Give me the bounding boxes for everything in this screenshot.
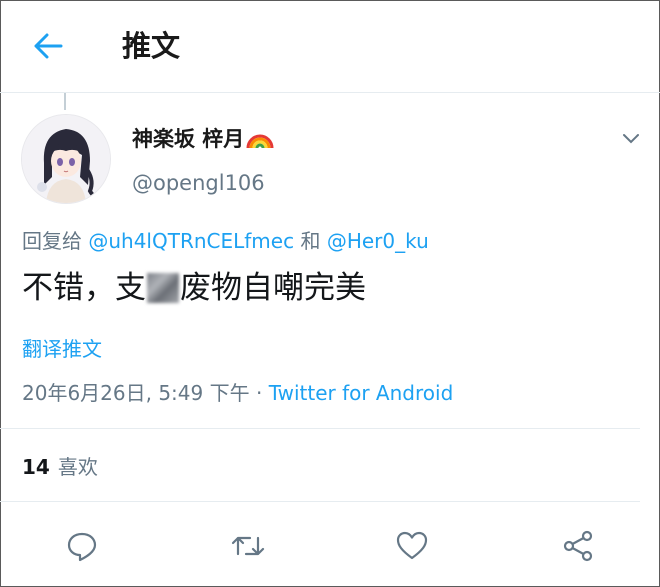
- tweet-text-part-1: 不错，支: [22, 270, 146, 306]
- rainbow-icon: [246, 128, 274, 158]
- divider: [0, 428, 640, 429]
- like-button[interactable]: [394, 528, 430, 564]
- censored-character: [147, 273, 179, 303]
- avatar[interactable]: [21, 114, 111, 204]
- display-name-text: 神楽坂 梓月: [132, 127, 245, 151]
- meta-separator: ·: [255, 381, 263, 405]
- tweet-text-part-2: 废物自嘲完美: [180, 270, 366, 306]
- tweet-meta: 20年6月26日, 5:49 下午 · Twitter for Android: [22, 378, 453, 408]
- reply-prefix: 回复给: [22, 229, 82, 253]
- retweet-button[interactable]: [230, 528, 266, 564]
- reply-to-line: 回复给 @uh4lQTRnCELfmec 和 @Her0_ku: [22, 226, 429, 256]
- reply-joiner: 和: [300, 229, 321, 253]
- likes-label: 喜欢: [57, 455, 98, 479]
- top-bar: 推文: [0, 0, 660, 93]
- page-title: 推文: [122, 29, 181, 63]
- retweet-icon: [231, 536, 265, 556]
- translate-tweet-link[interactable]: 翻译推文: [22, 334, 102, 364]
- tweet-text: 不错，支 废物自嘲完美: [22, 266, 366, 310]
- reply-button[interactable]: [64, 528, 100, 564]
- comment-icon: [67, 532, 97, 562]
- more-options-button[interactable]: [618, 126, 644, 152]
- reply-mention-2[interactable]: @Her0_ku: [327, 229, 429, 253]
- avatar-image: [22, 115, 110, 203]
- reply-mention-1[interactable]: @uh4lQTRnCELfmec: [88, 229, 294, 253]
- likes-stat[interactable]: 14 喜欢: [22, 452, 98, 482]
- share-icon: [563, 530, 593, 562]
- thread-connector-line: [64, 93, 66, 110]
- heart-icon: [396, 531, 428, 560]
- chevron-down-icon: [623, 134, 639, 144]
- share-button[interactable]: [560, 528, 596, 564]
- timestamp[interactable]: 20年6月26日, 5:49 下午: [22, 381, 250, 405]
- back-button[interactable]: [28, 26, 68, 66]
- user-handle[interactable]: @opengl106: [132, 168, 265, 198]
- divider: [0, 501, 640, 502]
- display-name[interactable]: 神楽坂 梓月: [132, 124, 274, 158]
- arrow-left-icon: [34, 33, 63, 59]
- source-link[interactable]: Twitter for Android: [269, 381, 454, 405]
- likes-count: 14: [22, 455, 50, 479]
